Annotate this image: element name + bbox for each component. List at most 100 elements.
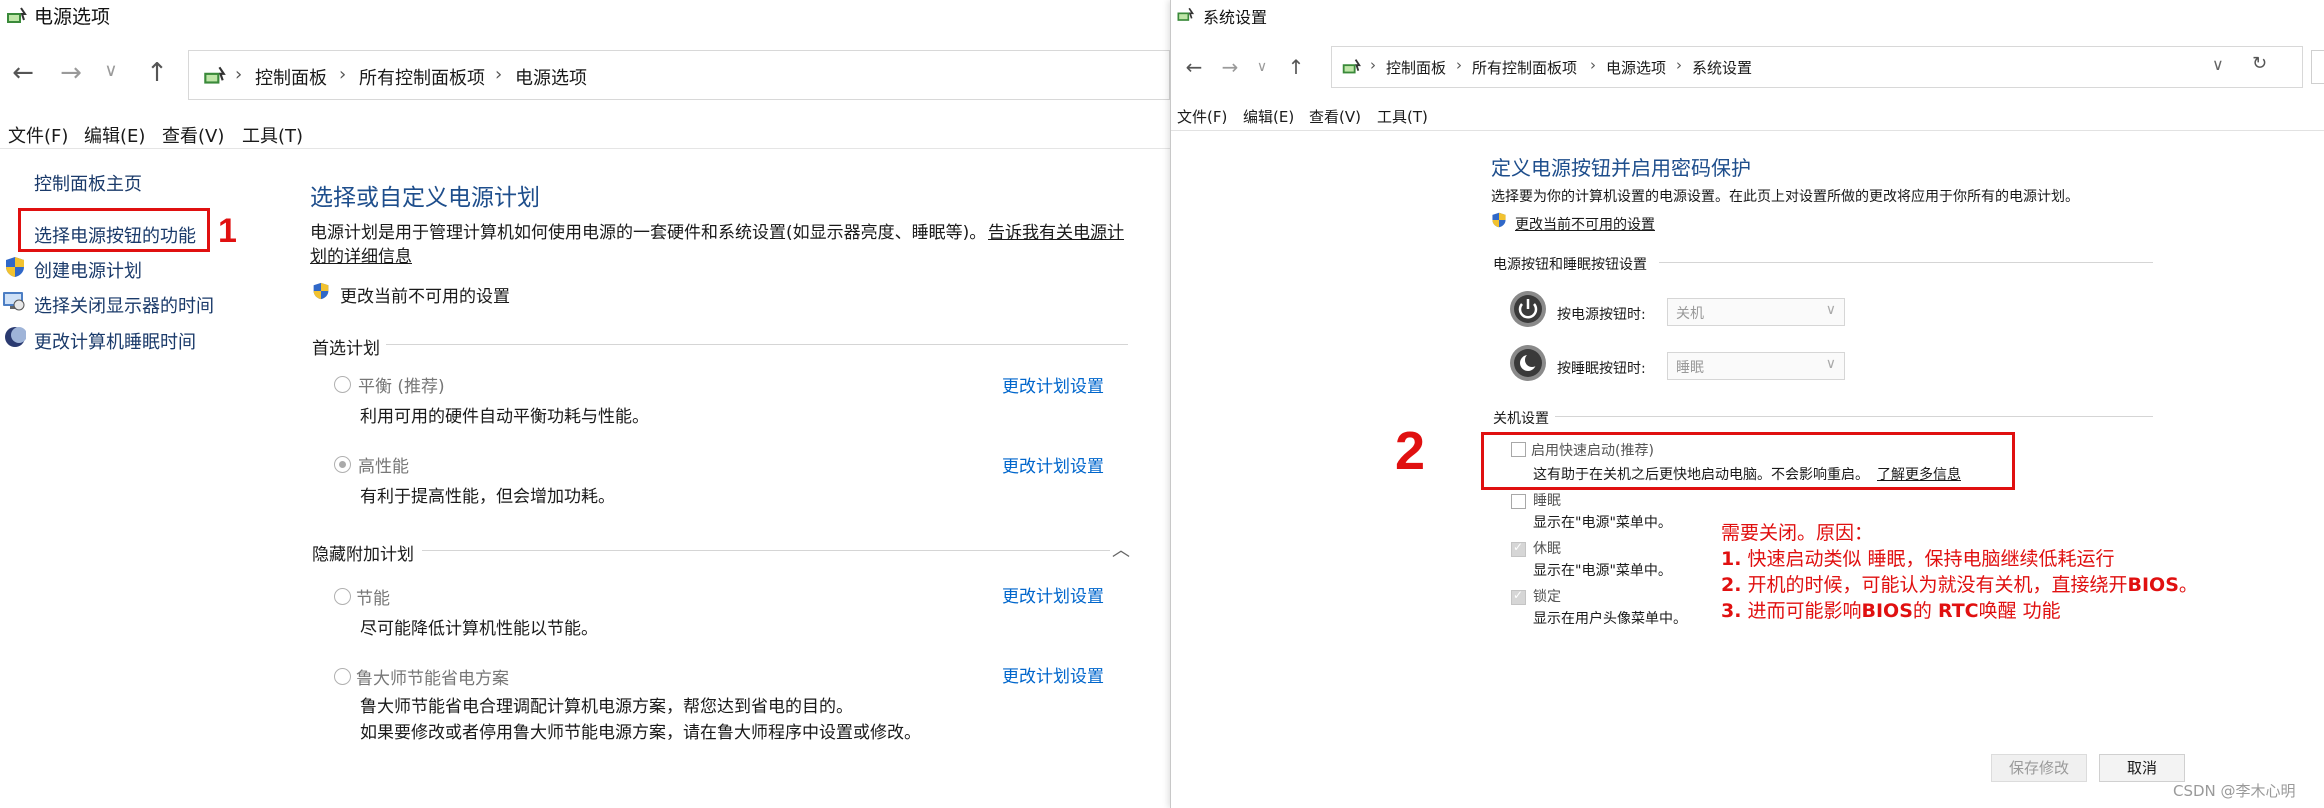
menu-view[interactable]: 查看(V): [1309, 106, 1361, 127]
annotation-bold: BIOS: [2127, 574, 2179, 596]
section-divider: [1659, 262, 2153, 263]
menu-edit[interactable]: 编辑(E): [1243, 106, 1294, 127]
save-button[interactable]: 保存修改: [1991, 754, 2087, 782]
control-panel-icon: [201, 63, 227, 93]
plan-power-saver-radio[interactable]: [334, 588, 351, 605]
cancel-button[interactable]: 取消: [2099, 754, 2185, 782]
hidden-plans-title: 隐藏附加计划: [312, 545, 414, 565]
plan-ludashi-name: 鲁大师节能省电方案: [356, 669, 509, 689]
lock-desc: 显示在用户头像菜单中。: [1533, 611, 1687, 627]
breadcrumb-power-options[interactable]: 电源选项: [515, 64, 587, 90]
learn-power-plans-link-cont[interactable]: 划的详细信息: [310, 242, 412, 267]
annotation-text: 唤醒 功能: [1978, 600, 2061, 622]
breadcrumb-system-settings[interactable]: 系统设置: [1692, 57, 1752, 78]
hibernate-desc: 显示在"电源"菜单中。: [1533, 563, 1672, 579]
page-title: 定义电源按钮并启用密码保护: [1491, 156, 1751, 180]
breadcrumb-all-items[interactable]: 所有控制面板项: [1472, 57, 1577, 78]
plan-power-saver-settings-link[interactable]: 更改计划设置: [1002, 582, 1104, 607]
sleep-button-select[interactable]: 睡眠 ∨: [1667, 352, 1845, 380]
chevron-down-icon[interactable]: ∨: [1247, 52, 1277, 82]
breadcrumb-control-panel[interactable]: 控制面板: [1386, 57, 1446, 78]
plan-high-performance-name: 高性能: [358, 457, 409, 477]
title-bar: 电源选项: [0, 0, 1170, 30]
back-arrow-icon[interactable]: ←: [1179, 52, 1209, 82]
hibernate-checkbox[interactable]: [1511, 540, 1526, 557]
plan-ludashi-settings-link[interactable]: 更改计划设置: [1002, 662, 1104, 687]
breadcrumb-separator: ›: [339, 64, 347, 85]
power-button-label: 按电源按钮时:: [1557, 307, 1646, 323]
sidebar-item-sleep-time[interactable]: 更改计算机睡眠时间: [34, 328, 196, 354]
menu-edit[interactable]: 编辑(E): [84, 122, 145, 148]
section-divider: [1555, 416, 2153, 417]
sleep-label: 睡眠: [1533, 493, 1561, 509]
plan-ludashi-radio[interactable]: [334, 668, 351, 685]
shield-icon: [1491, 212, 1507, 232]
sleep-desc: 显示在"电源"菜单中。: [1533, 515, 1672, 531]
system-settings-window: 系统设置 ← → ∨ ↑ › 控制面板 › 所有控制面板项 › 电源选项 › 系…: [1170, 0, 2324, 808]
change-unavailable-settings-link[interactable]: 更改当前不可用的设置: [1515, 214, 1655, 234]
power-button-section-title: 电源按钮和睡眠按钮设置: [1493, 257, 1647, 273]
breadcrumb-separator: ›: [1676, 56, 1682, 74]
up-arrow-icon[interactable]: ↑: [142, 58, 172, 88]
learn-power-plans-link[interactable]: 告诉我有关电源计: [988, 218, 1124, 243]
annotation-text: 快速启动类似 睡眠，保持电脑继续低耗运行: [1741, 548, 2115, 570]
sidebar-item-create-plan[interactable]: 创建电源计划: [34, 257, 142, 283]
breadcrumb-separator: ›: [1456, 56, 1462, 74]
address-bar[interactable]: › 控制面板 › 所有控制面板项 › 电源选项 › 系统设置 ∨ ↻: [1331, 46, 2303, 88]
sidebar-control-panel-home[interactable]: 控制面板主页: [34, 170, 142, 196]
lock-checkbox[interactable]: [1511, 588, 1526, 605]
watermark: CSDN @李木心明: [2173, 782, 2296, 800]
power-button-select[interactable]: 关机 ∨: [1667, 298, 1845, 326]
plan-balanced-desc: 利用可用的硬件自动平衡功耗与性能。: [360, 407, 649, 427]
plan-balanced-radio[interactable]: [334, 376, 351, 393]
menu-tools[interactable]: 工具(T): [1377, 106, 1428, 127]
power-options-window: 电源选项 ← → ∨ ↑ › 控制面板 › 所有控制面板项 › 电源选项 文件(…: [0, 0, 1170, 808]
forward-arrow-icon[interactable]: →: [1215, 52, 1245, 82]
search-box-edge[interactable]: [2311, 50, 2324, 84]
breadcrumb-power-options[interactable]: 电源选项: [1606, 57, 1666, 78]
sleep-checkbox[interactable]: [1511, 494, 1526, 509]
menu-file[interactable]: 文件(F): [1177, 106, 1227, 127]
annotation-text: 。: [2178, 574, 2198, 596]
learn-more-link[interactable]: 了解更多信息: [1877, 464, 1961, 484]
shield-icon: [312, 282, 330, 300]
hibernate-label: 休眠: [1533, 541, 1561, 557]
intro-text: 电源计划是用于管理计算机如何使用电源的一套硬件和系统设置(如显示器亮度、睡眠等)…: [310, 223, 987, 243]
menu-divider: [1171, 130, 2324, 131]
window-title: 电源选项: [34, 6, 111, 28]
breadcrumb-control-panel[interactable]: 控制面板: [255, 64, 327, 90]
lock-label: 锁定: [1533, 589, 1561, 605]
sleep-button-icon: [1509, 344, 1547, 386]
plan-balanced-settings-link[interactable]: 更改计划设置: [1002, 372, 1104, 397]
sleep-button-label: 按睡眠按钮时:: [1557, 361, 1646, 377]
annotation-line-4: 3. 进而可能影响BIOS的 RTC唤醒 功能: [1721, 596, 2061, 623]
fast-startup-checkbox[interactable]: [1511, 442, 1526, 457]
chevron-down-icon[interactable]: ∨: [2212, 55, 2224, 74]
plan-high-performance-radio[interactable]: [334, 456, 351, 473]
menu-view[interactable]: 查看(V): [162, 122, 224, 148]
annotation-line-3: 2. 开机的时候，可能认为就没有关机，直接绕开BIOS。: [1721, 570, 2198, 597]
refresh-icon[interactable]: ↻: [2252, 53, 2267, 74]
power-options-icon: [1175, 5, 1195, 29]
change-unavailable-settings-link[interactable]: 更改当前不可用的设置: [340, 282, 510, 307]
sidebar-item-display-off[interactable]: 选择关闭显示器的时间: [34, 292, 214, 318]
plan-high-performance-settings-link[interactable]: 更改计划设置: [1002, 452, 1104, 477]
chevron-up-icon[interactable]: ︿: [1112, 536, 1130, 562]
annotation-text: 开机的时候，可能认为就没有关机，直接绕开: [1741, 574, 2128, 596]
chevron-down-icon: ∨: [1825, 302, 1836, 318]
address-bar[interactable]: › 控制面板 › 所有控制面板项 › 电源选项: [188, 50, 1170, 100]
breadcrumb-all-items[interactable]: 所有控制面板项: [359, 64, 485, 90]
shutdown-section-title: 关机设置: [1493, 411, 1549, 427]
menu-file[interactable]: 文件(F): [8, 122, 68, 148]
back-arrow-icon[interactable]: ←: [8, 58, 38, 88]
forward-arrow-icon[interactable]: →: [56, 58, 86, 88]
menu-tools[interactable]: 工具(T): [242, 122, 303, 148]
chevron-down-icon[interactable]: ∨: [96, 56, 126, 86]
up-arrow-icon[interactable]: ↑: [1281, 52, 1311, 82]
sleep-button-value: 睡眠: [1676, 360, 1704, 376]
plan-high-performance-desc: 有利于提高性能，但会增加功耗。: [360, 487, 615, 507]
power-button-value: 关机: [1676, 306, 1704, 322]
preferred-plans-title: 首选计划: [312, 339, 380, 359]
menu-divider: [0, 148, 1170, 149]
title-bar: 系统设置: [1171, 0, 2324, 32]
